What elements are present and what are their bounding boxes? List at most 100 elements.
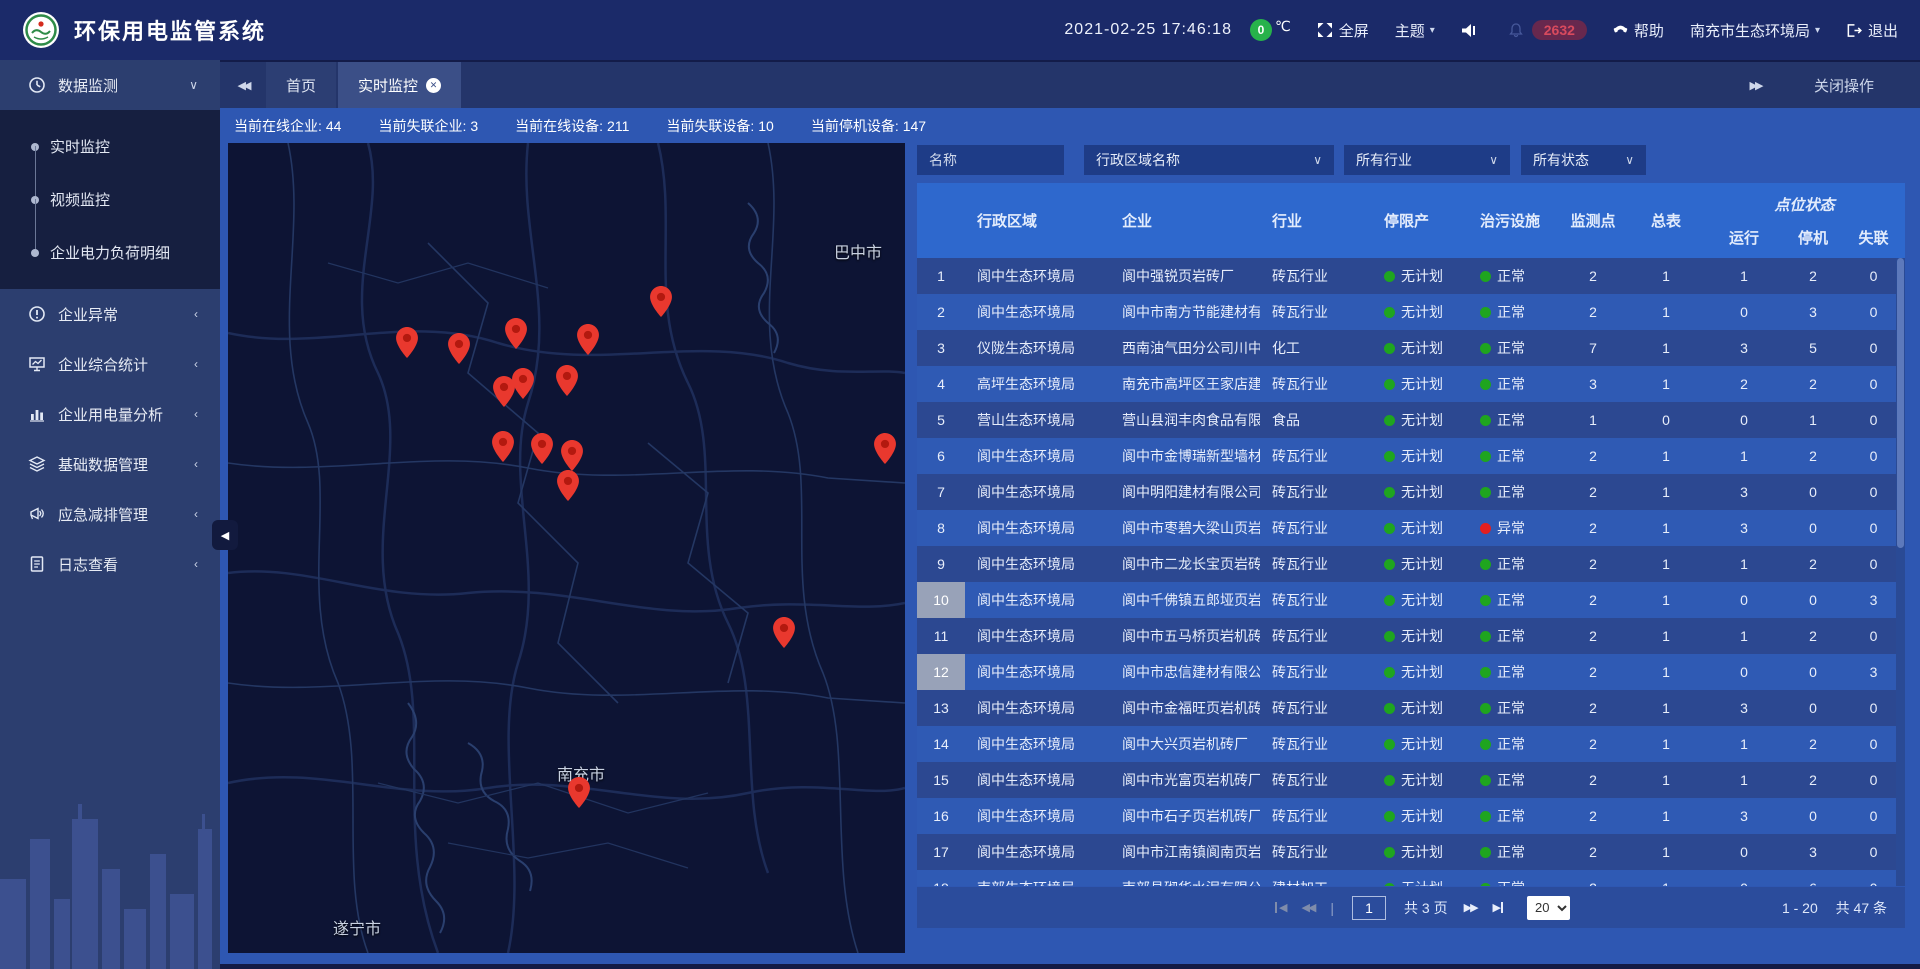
tabs-scroll-left-button[interactable]: ◀◀ — [220, 62, 266, 108]
sidebar-item-6[interactable]: 日志查看‹ — [0, 539, 220, 589]
name-filter-field[interactable] — [929, 152, 1052, 168]
map-pin-icon[interactable] — [561, 440, 583, 471]
notification-count-badge: 2632 — [1532, 20, 1587, 40]
notifications[interactable]: 2632 — [1508, 20, 1587, 40]
cell-total_meter: 1 — [1628, 654, 1704, 690]
table-row[interactable]: 14阆中生态环境局阆中大兴页岩机砖厂砖瓦行业无计划正常21120 — [917, 726, 1905, 762]
table-row[interactable]: 12阆中生态环境局阆中市忠信建材有限公砖瓦行业无计划正常21003 — [917, 654, 1905, 690]
table-body: 1阆中生态环境局阆中强锐页岩砖厂砖瓦行业无计划正常211202阆中生态环境局阆中… — [917, 258, 1905, 886]
map-pin-icon[interactable] — [874, 433, 896, 464]
sidebar-item-1[interactable]: 企业异常‹ — [0, 289, 220, 339]
cell-industry: 砖瓦行业 — [1260, 510, 1372, 546]
map-pin-icon[interactable] — [448, 333, 470, 364]
map-pin-icon[interactable] — [396, 327, 418, 358]
tab-1[interactable]: 实时监控✕ — [338, 62, 461, 108]
table-row[interactable]: 7阆中生态环境局阆中明阳建材有限公司砖瓦行业无计划正常21300 — [917, 474, 1905, 510]
cell-total_meter: 1 — [1628, 726, 1704, 762]
prev-page-button[interactable]: ◀◀ — [1301, 901, 1314, 914]
chevron-down-icon: ∨ — [1489, 153, 1498, 167]
table-row[interactable]: 16阆中生态环境局阆中市石子页岩机砖厂砖瓦行业无计划正常21300 — [917, 798, 1905, 834]
help-button[interactable]: 帮助 — [1613, 20, 1664, 41]
logout-icon — [1846, 23, 1862, 38]
cell-stopped: 2 — [1784, 762, 1842, 798]
map-pin-icon[interactable] — [557, 470, 579, 501]
status-dot-green — [1480, 487, 1491, 498]
table-scrollbar[interactable] — [1896, 258, 1905, 886]
sidebar-subitem[interactable]: 视频监控 — [0, 173, 220, 226]
sound-toggle[interactable] — [1461, 23, 1482, 38]
logout-button[interactable]: 退出 — [1846, 20, 1898, 41]
cell-industry: 砖瓦行业 — [1260, 618, 1372, 654]
map-pin-icon[interactable] — [577, 324, 599, 355]
next-page-button[interactable]: ▶▶ — [1464, 901, 1477, 914]
cell-company: 南充市高坪区王家店建 — [1110, 366, 1260, 402]
cell-running: 1 — [1704, 618, 1784, 654]
status-filter-select[interactable]: 所有状态∨ — [1521, 145, 1646, 175]
sidebar-subitem[interactable]: 实时监控 — [0, 120, 220, 173]
total-pages-label: 共 3 页 — [1404, 898, 1448, 918]
sidebar-collapse-button[interactable]: ◀ — [212, 520, 238, 550]
status-dot-green — [1384, 739, 1395, 750]
cell-stop_limit: 无计划 — [1372, 762, 1468, 798]
status-dot-green — [1480, 703, 1491, 714]
table-row[interactable]: 18南部生态环境局南部县砌华水泥有限公建材加工无计划正常21060 — [917, 870, 1905, 886]
first-page-button[interactable]: ◀ — [1273, 901, 1285, 914]
table-row[interactable]: 15阆中生态环境局阆中市光富页岩机砖厂砖瓦行业无计划正常21120 — [917, 762, 1905, 798]
map-pin-icon[interactable] — [556, 365, 578, 396]
cell-facility: 正常 — [1468, 870, 1558, 886]
theme-dropdown[interactable]: 主题▾ — [1395, 20, 1435, 41]
map-pin-icon[interactable] — [531, 433, 553, 464]
table-row[interactable]: 2阆中生态环境局阆中市南方节能建材有砖瓦行业无计划正常21030 — [917, 294, 1905, 330]
cell-company: 阆中明阳建材有限公司 — [1110, 474, 1260, 510]
industry-filter-select[interactable]: 所有行业∨ — [1344, 145, 1510, 175]
sidebar-item-0[interactable]: 数据监测∨ — [0, 60, 220, 110]
map-city-label: 遂宁市 — [333, 915, 381, 939]
region-filter-select[interactable]: 行政区域名称∨ — [1084, 145, 1334, 175]
table-row[interactable]: 5营山生态环境局营山县润丰肉食品有限食品无计划正常10010 — [917, 402, 1905, 438]
tab-0[interactable]: 首页 — [266, 62, 336, 108]
last-page-button[interactable]: ▶ — [1493, 901, 1505, 914]
map-pin-icon[interactable] — [492, 431, 514, 462]
name-filter-input[interactable] — [917, 145, 1064, 175]
table-row[interactable]: 3仪陇生态环境局西南油气田分公司川中化工无计划正常71350 — [917, 330, 1905, 366]
page-size-select[interactable]: 20 — [1527, 896, 1570, 920]
map-pin-icon[interactable] — [505, 318, 527, 349]
sidebar-item-3[interactable]: 企业用电量分析‹ — [0, 389, 220, 439]
close-operations-button[interactable]: 关闭操作 — [1814, 75, 1874, 96]
map-pin-icon[interactable] — [568, 777, 590, 808]
table-row[interactable]: 17阆中生态环境局阆中市江南镇阆南页岩砖瓦行业无计划正常21030 — [917, 834, 1905, 870]
cell-monitor_points: 2 — [1558, 258, 1628, 294]
table-row[interactable]: 13阆中生态环境局阆中市金福旺页岩机砖砖瓦行业无计划正常21300 — [917, 690, 1905, 726]
table-row[interactable]: 10阆中生态环境局阆中千佛镇五郎垭页岩砖瓦行业无计划正常21003 — [917, 582, 1905, 618]
map-roads — [228, 143, 905, 953]
table-row[interactable]: 1阆中生态环境局阆中强锐页岩砖厂砖瓦行业无计划正常21120 — [917, 258, 1905, 294]
map-pin-icon[interactable] — [773, 617, 795, 648]
map-pin-icon[interactable] — [650, 286, 672, 317]
cell-region: 阆中生态环境局 — [965, 618, 1110, 654]
fullscreen-button[interactable]: 全屏 — [1317, 20, 1369, 41]
table-row[interactable]: 8阆中生态环境局阆中市枣碧大梁山页岩砖瓦行业无计划异常21300 — [917, 510, 1905, 546]
table-row[interactable]: 6阆中生态环境局阆中市金博瑞新型墙材砖瓦行业无计划正常21120 — [917, 438, 1905, 474]
col-header-stop-limit: 停限产 — [1372, 183, 1468, 258]
cell-running: 0 — [1704, 582, 1784, 618]
table-row[interactable]: 9阆中生态环境局阆中市二龙长宝页岩砖砖瓦行业无计划正常21120 — [917, 546, 1905, 582]
org-dropdown[interactable]: 南充市生态环境局▾ — [1690, 20, 1820, 41]
map-pin-icon[interactable] — [512, 368, 534, 399]
cell-monitor_points: 2 — [1558, 762, 1628, 798]
sidebar-item-2[interactable]: 企业综合统计‹ — [0, 339, 220, 389]
table-row[interactable]: 4高坪生态环境局南充市高坪区王家店建砖瓦行业无计划正常31220 — [917, 366, 1905, 402]
cell-facility: 正常 — [1468, 690, 1558, 726]
page-number-input[interactable] — [1352, 896, 1386, 920]
sidebar-subitem[interactable]: 企业电力负荷明细 — [0, 226, 220, 279]
status-dot-green — [1384, 811, 1395, 822]
cell-no: 7 — [917, 474, 965, 510]
col-group-point-status: 点位状态 运行 停机 失联 — [1704, 183, 1905, 258]
phone-icon — [1613, 23, 1628, 38]
map[interactable]: 巴中市南充市遂宁市 — [228, 143, 905, 953]
tab-close-icon[interactable]: ✕ — [426, 78, 441, 93]
chevron-down-icon: ▾ — [1815, 25, 1820, 36]
sidebar-item-5[interactable]: 应急减排管理‹ — [0, 489, 220, 539]
table-row[interactable]: 11阆中生态环境局阆中市五马桥页岩机砖砖瓦行业无计划正常21120 — [917, 618, 1905, 654]
sidebar-item-4[interactable]: 基础数据管理‹ — [0, 439, 220, 489]
tabs-scroll-right-button[interactable]: ▶▶ — [1732, 79, 1778, 92]
